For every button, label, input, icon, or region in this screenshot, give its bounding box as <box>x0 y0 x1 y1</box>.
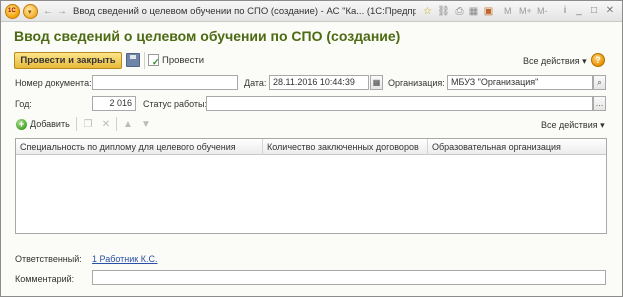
memory-m-button[interactable]: M <box>504 6 512 16</box>
all-actions-menu[interactable]: Все действия ▾ <box>523 56 587 67</box>
list-toolbar-divider <box>76 117 77 131</box>
move-down-icon[interactable]: ▼ <box>140 119 152 131</box>
comment-label: Комментарий: <box>15 274 75 284</box>
add-row-button[interactable]: + Добавить <box>16 119 70 131</box>
calculator-icon[interactable]: ▦ <box>467 5 480 18</box>
copy-row-icon[interactable]: ❐ <box>82 119 94 131</box>
info-icon[interactable]: i <box>559 5 571 17</box>
link-icon[interactable]: ⛓ <box>437 5 450 18</box>
training-table[interactable]: Специальность по диплому для целевого об… <box>15 138 607 234</box>
organization-field[interactable]: МБУЗ "Организация" <box>447 75 593 90</box>
help-icon[interactable]: ? <box>591 53 605 67</box>
post-and-close-button[interactable]: Провести и закрыть <box>14 52 122 69</box>
toolbar-divider <box>144 52 145 69</box>
list-all-actions-menu[interactable]: Все действия ▾ <box>541 120 605 131</box>
column-header-organization[interactable]: Образовательная организация <box>428 139 606 155</box>
maximize-icon[interactable]: □ <box>588 5 600 17</box>
column-header-contracts[interactable]: Количество заключенных договоров <box>263 139 428 155</box>
year-label: Год: <box>15 99 32 109</box>
memory-m-minus-button[interactable]: M- <box>537 6 548 16</box>
close-icon[interactable]: ✕ <box>604 5 616 17</box>
title-bar: 1С ▾ ← → Ввод сведений о целевом обучени… <box>1 1 622 22</box>
chevron-down-icon: ▾ <box>582 56 587 66</box>
work-status-label: Статус работы: <box>143 99 208 109</box>
add-icon: + <box>16 119 27 131</box>
forward-arrow-icon[interactable]: → <box>55 5 69 18</box>
memory-m-plus-button[interactable]: M+ <box>519 6 532 16</box>
post-button[interactable]: Провести <box>148 52 205 71</box>
back-arrow-icon[interactable]: ← <box>41 5 55 18</box>
minimize-icon[interactable]: _ <box>573 5 585 17</box>
page-title: Ввод сведений о целевом обучении по СПО … <box>14 28 401 44</box>
ellipsis-select-icon[interactable]: … <box>593 96 606 111</box>
year-field[interactable]: 2 016 <box>92 96 136 111</box>
list-all-actions-label: Все действия <box>541 120 598 130</box>
date-label: Дата: <box>244 78 267 88</box>
table-header: Специальность по диплому для целевого об… <box>16 139 606 155</box>
calendar-icon[interactable]: ▣ <box>482 5 495 18</box>
organization-label: Организация: <box>388 78 445 88</box>
calendar-picker-icon[interactable]: ▦ <box>370 75 383 90</box>
doc-number-label: Номер документа: <box>15 78 92 88</box>
window-title: Ввод сведений о целевом обучении по СПО … <box>73 6 416 17</box>
main-menu-icon[interactable]: ▾ <box>23 4 38 19</box>
doc-number-field[interactable] <box>92 75 238 90</box>
list-toolbar-divider-2 <box>116 117 117 131</box>
all-actions-label: Все действия <box>523 56 580 66</box>
post-icon <box>148 54 160 71</box>
search-icon[interactable]: ⌕ <box>593 75 606 90</box>
delete-row-icon[interactable]: ✕ <box>100 119 112 131</box>
responsible-label: Ответственный: <box>15 254 82 264</box>
add-row-label: Добавить <box>30 119 70 129</box>
column-header-specialty[interactable]: Специальность по диплому для целевого об… <box>16 139 263 155</box>
save-icon[interactable] <box>126 53 140 67</box>
favorite-star-icon[interactable]: ☆ <box>421 5 434 18</box>
work-status-field[interactable] <box>206 96 593 111</box>
app-logo-icon[interactable]: 1С <box>5 4 20 19</box>
print-icon[interactable]: ⎙ <box>453 5 466 18</box>
comment-field[interactable] <box>92 270 606 285</box>
date-field[interactable]: 28.11.2016 10:44:39 <box>269 75 369 90</box>
list-chevron-down-icon: ▾ <box>600 120 605 130</box>
responsible-link[interactable]: 1 Работник К.С. <box>92 254 157 264</box>
post-button-label: Провести <box>162 55 205 66</box>
document-window: 1С ▾ ← → Ввод сведений о целевом обучени… <box>0 0 623 297</box>
move-up-icon[interactable]: ▲ <box>122 119 134 131</box>
